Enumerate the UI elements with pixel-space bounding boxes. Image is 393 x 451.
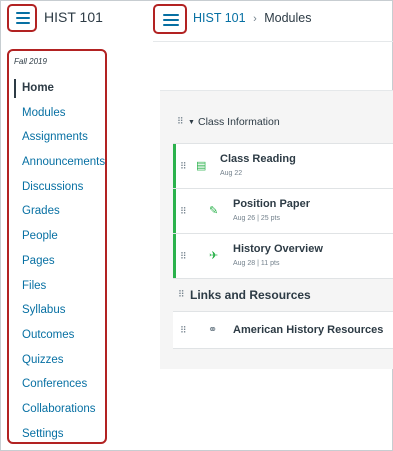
course-title[interactable]: HIST 101 — [44, 9, 103, 25]
nav-item-syllabus[interactable]: Syllabus — [14, 298, 106, 323]
course-nav-toggle-button[interactable] — [7, 4, 37, 32]
module-title: Links and Resources — [190, 288, 311, 302]
drag-handle-icon[interactable]: ⠿ — [180, 325, 187, 336]
breadcrumb-course-link[interactable]: HIST 101 — [193, 11, 246, 25]
published-indicator — [173, 234, 176, 278]
nav-item-home[interactable]: Home — [14, 76, 106, 101]
header-divider — [153, 41, 393, 42]
module-item[interactable]: ⠿ ✈ History Overview Aug 28 | 11 pts — [173, 234, 393, 279]
module-item[interactable]: ⠿ ✎ Position Paper Aug 26 | 25 pts — [173, 189, 393, 234]
nav-item-collaborations[interactable]: Collaborations — [14, 397, 106, 422]
nav-item-files[interactable]: Files — [14, 274, 106, 299]
nav-item-outcomes[interactable]: Outcomes — [14, 323, 106, 348]
nav-item-assignments[interactable]: Assignments — [14, 125, 106, 150]
breadcrumb-current: Modules — [264, 11, 312, 25]
nav-item-conferences[interactable]: Conferences — [14, 372, 106, 397]
caret-down-icon[interactable]: ▼ — [188, 119, 195, 126]
module-item-name[interactable]: Class Reading — [220, 153, 296, 165]
module-item[interactable]: ⠿ ▤ Class Reading Aug 22 — [173, 144, 393, 189]
module-header-class-information[interactable]: ⠿ ▼ Class Information — [160, 91, 393, 135]
page-header: HIST 101 › Modules — [153, 0, 393, 40]
term-label: Fall 2019 — [14, 57, 47, 66]
nav-item-quizzes[interactable]: Quizzes — [14, 348, 106, 373]
nav-item-grades[interactable]: Grades — [14, 199, 106, 224]
module-item-meta: Aug 28 | 11 pts — [233, 260, 280, 267]
drag-handle-icon[interactable]: ⠿ — [178, 289, 185, 300]
page-icon: ▤ — [196, 160, 207, 172]
module-item-name[interactable]: Position Paper — [233, 198, 310, 210]
breadcrumb-separator: › — [253, 13, 257, 25]
nav-item-pages[interactable]: Pages — [14, 249, 106, 274]
nav-item-settings[interactable]: Settings — [14, 422, 106, 447]
drag-handle-icon[interactable]: ⠿ — [180, 251, 187, 262]
hamburger-icon — [16, 12, 30, 27]
link-icon: ⚭ — [208, 324, 218, 336]
module-item[interactable]: ⠿ ⚭ American History Resources — [173, 312, 393, 349]
published-indicator — [173, 189, 176, 233]
module-title: Class Information — [198, 116, 280, 128]
module-item-meta: Aug 26 | 25 pts — [233, 215, 280, 222]
nav-item-people[interactable]: People — [14, 224, 106, 249]
nav-item-modules[interactable]: Modules — [14, 101, 106, 126]
drag-handle-icon[interactable]: ⠿ — [180, 161, 187, 172]
modules-panel: ⠿ ▼ Class Information ⠿ ▤ Class Reading … — [160, 90, 393, 369]
assignment-icon: ✎ — [209, 205, 219, 217]
published-indicator — [173, 144, 176, 188]
breadcrumb: HIST 101 › Modules — [193, 11, 311, 25]
module-item-meta: Aug 22 — [220, 170, 243, 177]
drag-handle-icon[interactable]: ⠿ — [180, 206, 187, 217]
course-nav-header: HIST 101 — [0, 0, 130, 40]
quiz-icon: ✈ — [209, 250, 219, 262]
nav-item-announcements[interactable]: Announcements — [14, 150, 106, 175]
global-nav-toggle-button[interactable] — [153, 4, 187, 34]
module-item-name[interactable]: American History Resources — [233, 324, 383, 336]
module-header-links-and-resources[interactable]: ⠿ Links and Resources — [173, 279, 393, 312]
hamburger-icon — [163, 14, 179, 29]
nav-item-discussions[interactable]: Discussions — [14, 175, 106, 200]
drag-handle-icon[interactable]: ⠿ — [177, 116, 184, 127]
module-items: ⠿ ▤ Class Reading Aug 22 ⠿ ✎ Position Pa… — [173, 143, 393, 349]
module-item-name[interactable]: History Overview — [233, 243, 323, 255]
course-nav: Home Modules Assignments Announcements D… — [14, 76, 106, 446]
